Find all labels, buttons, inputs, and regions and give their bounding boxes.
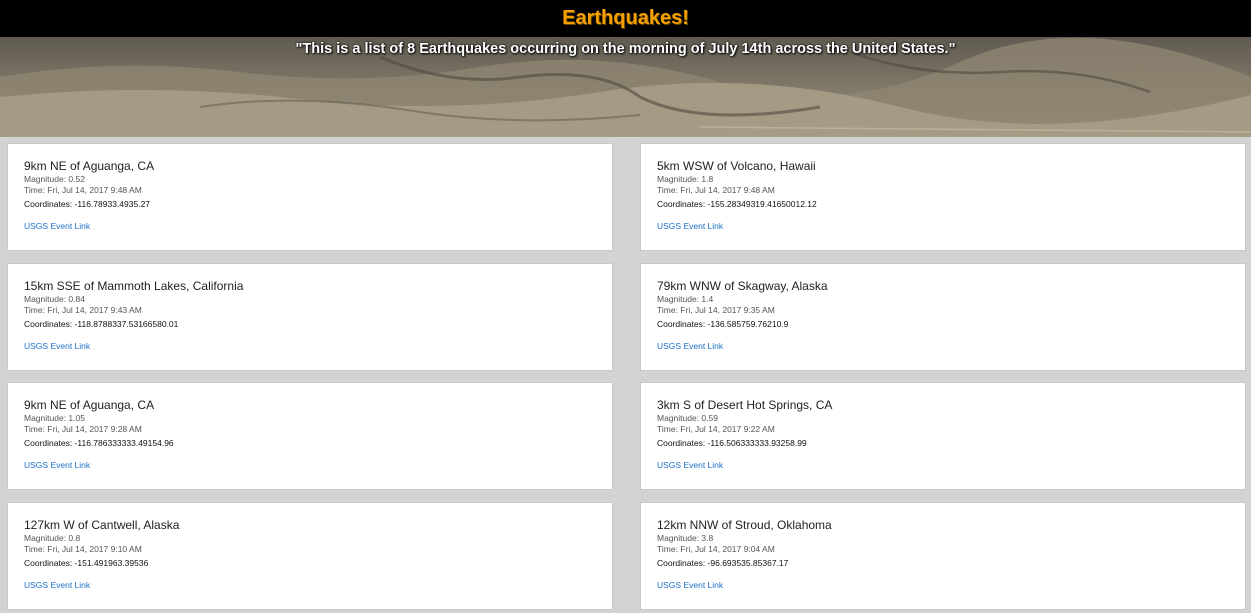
usgs-event-link[interactable]: USGS Event Link [24,221,90,232]
earthquake-time: Time: Fri, Jul 14, 2017 9:28 AM [24,423,142,434]
earthquake-location: 3km S of Desert Hot Springs, CA [657,398,833,412]
earthquake-location: 9km NE of Aguanga, CA [24,398,155,412]
earthquake-location: 127km W of Cantwell, Alaska [24,518,180,532]
usgs-event-link[interactable]: USGS Event Link [24,580,90,591]
earthquake-location: 15km SSE of Mammoth Lakes, California [24,279,244,293]
usgs-event-link[interactable]: USGS Event Link [657,460,723,471]
earthquake-magnitude: Magnitude: 0.84 [24,294,85,304]
earthquake-card: 79km WNW of Skagway, Alaska Magnitude: 1.… [640,263,1246,371]
earthquake-magnitude: Magnitude: 3.8 [657,533,714,543]
earthquake-magnitude: Magnitude: 1.4 [657,294,714,304]
earthquake-coordinates: Coordinates: -155.28349319.41650012.12 [657,199,817,209]
earthquake-time: Time: Fri, Jul 14, 2017 9:48 AM [657,184,775,195]
earthquake-coordinates: Coordinates: -136.585759.76210.9 [657,319,789,329]
earthquake-time: Time: Fri, Jul 14, 2017 9:35 AM [657,304,775,315]
earthquake-time: Time: Fri, Jul 14, 2017 9:04 AM [657,543,775,554]
usgs-event-link[interactable]: USGS Event Link [657,580,723,591]
earthquake-card: 3km S of Desert Hot Springs, CA Magnitude… [640,382,1246,490]
earthquake-magnitude: Magnitude: 0.59 [657,413,718,423]
earthquake-location: 9km NE of Aguanga, CA [24,159,155,173]
earthquake-coordinates: Coordinates: -151.491963.39536 [24,558,149,568]
earthquake-magnitude: Magnitude: 1.05 [24,413,85,423]
earthquake-time: Time: Fri, Jul 14, 2017 9:10 AM [24,543,142,554]
earthquake-location: 12km NNW of Stroud, Oklahoma [657,518,832,532]
earthquake-coordinates: Coordinates: -96.693535.85367.17 [657,558,789,568]
earthquake-magnitude: Magnitude: 0.52 [24,174,85,184]
earthquake-card: 12km NNW of Stroud, Oklahoma Magnitude: 3… [640,502,1246,610]
usgs-event-link[interactable]: USGS Event Link [24,460,90,471]
earthquake-location: 79km WNW of Skagway, Alaska [657,279,828,293]
earthquake-card: 9km NE of Aguanga, CA Magnitude: 1.05 Time… [7,382,613,490]
earthquake-coordinates: Coordinates: -118.8788337.53166580.01 [24,319,179,329]
hero-banner: "This is a list of 8 Earthquakes occurri… [0,37,1251,137]
earthquake-coordinates: Coordinates: -116.786333333.49154.96 [24,438,174,448]
earthquake-coordinates: Coordinates: -116.506333333.93258.99 [657,438,807,448]
earthquake-card: 5km WSW of Volcano, Hawaii Magnitude: 1.8… [640,143,1246,251]
earthquake-magnitude: Magnitude: 1.8 [657,174,714,184]
earthquake-coordinates: Coordinates: -116.78933.4935.27 [24,199,151,209]
earthquake-card: 15km SSE of Mammoth Lakes, California Mag… [7,263,613,371]
header-bar: Earthquakes! [0,0,1251,37]
earthquake-magnitude: Magnitude: 0.8 [24,533,81,543]
earthquake-time: Time: Fri, Jul 14, 2017 9:22 AM [657,423,775,434]
earthquake-card: 127km W of Cantwell, Alaska Magnitude: 0.… [7,502,613,610]
usgs-event-link[interactable]: USGS Event Link [657,221,723,232]
earthquake-location: 5km WSW of Volcano, Hawaii [657,159,816,173]
earthquake-time: Time: Fri, Jul 14, 2017 9:48 AM [24,184,142,195]
earthquake-time: Time: Fri, Jul 14, 2017 9:43 AM [24,304,142,315]
usgs-event-link[interactable]: USGS Event Link [657,341,723,352]
earthquake-card: 9km NE of Aguanga, CA Magnitude: 0.52 Time… [7,143,613,251]
banner-subtitle: "This is a list of 8 Earthquakes occurri… [295,41,956,57]
usgs-event-link[interactable]: USGS Event Link [24,341,90,352]
page-title: Earthquakes! [562,7,689,29]
